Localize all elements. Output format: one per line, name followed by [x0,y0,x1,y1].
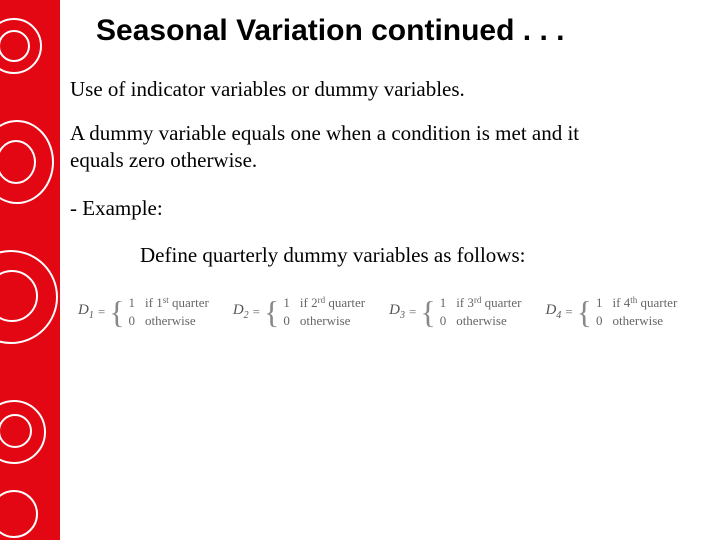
dummy-formulas: D1 = { 1 if 1st quarter 0 otherwise D2 =… [78,294,710,329]
dummy-d4: D4 = { 1 if 4th quarter 0 otherwise [545,294,677,329]
slide-content: Seasonal Variation continued . . . Use o… [70,0,710,329]
dummy-d1: D1 = { 1 if 1st quarter 0 otherwise [78,294,209,329]
define-line: Define quarterly dummy variables as foll… [140,242,710,268]
slide-title: Seasonal Variation continued . . . [96,14,710,48]
dummy-d2: D2 = { 1 if 2rd quarter 0 otherwise [233,294,365,329]
dummy-d3: D3 = { 1 if 3rd quarter 0 otherwise [389,294,521,329]
decorative-band [0,0,60,540]
example-label: - Example: [70,195,710,221]
subheading: Use of indicator variables or dummy vari… [70,76,710,102]
definition-paragraph: A dummy variable equals one when a condi… [70,120,630,173]
